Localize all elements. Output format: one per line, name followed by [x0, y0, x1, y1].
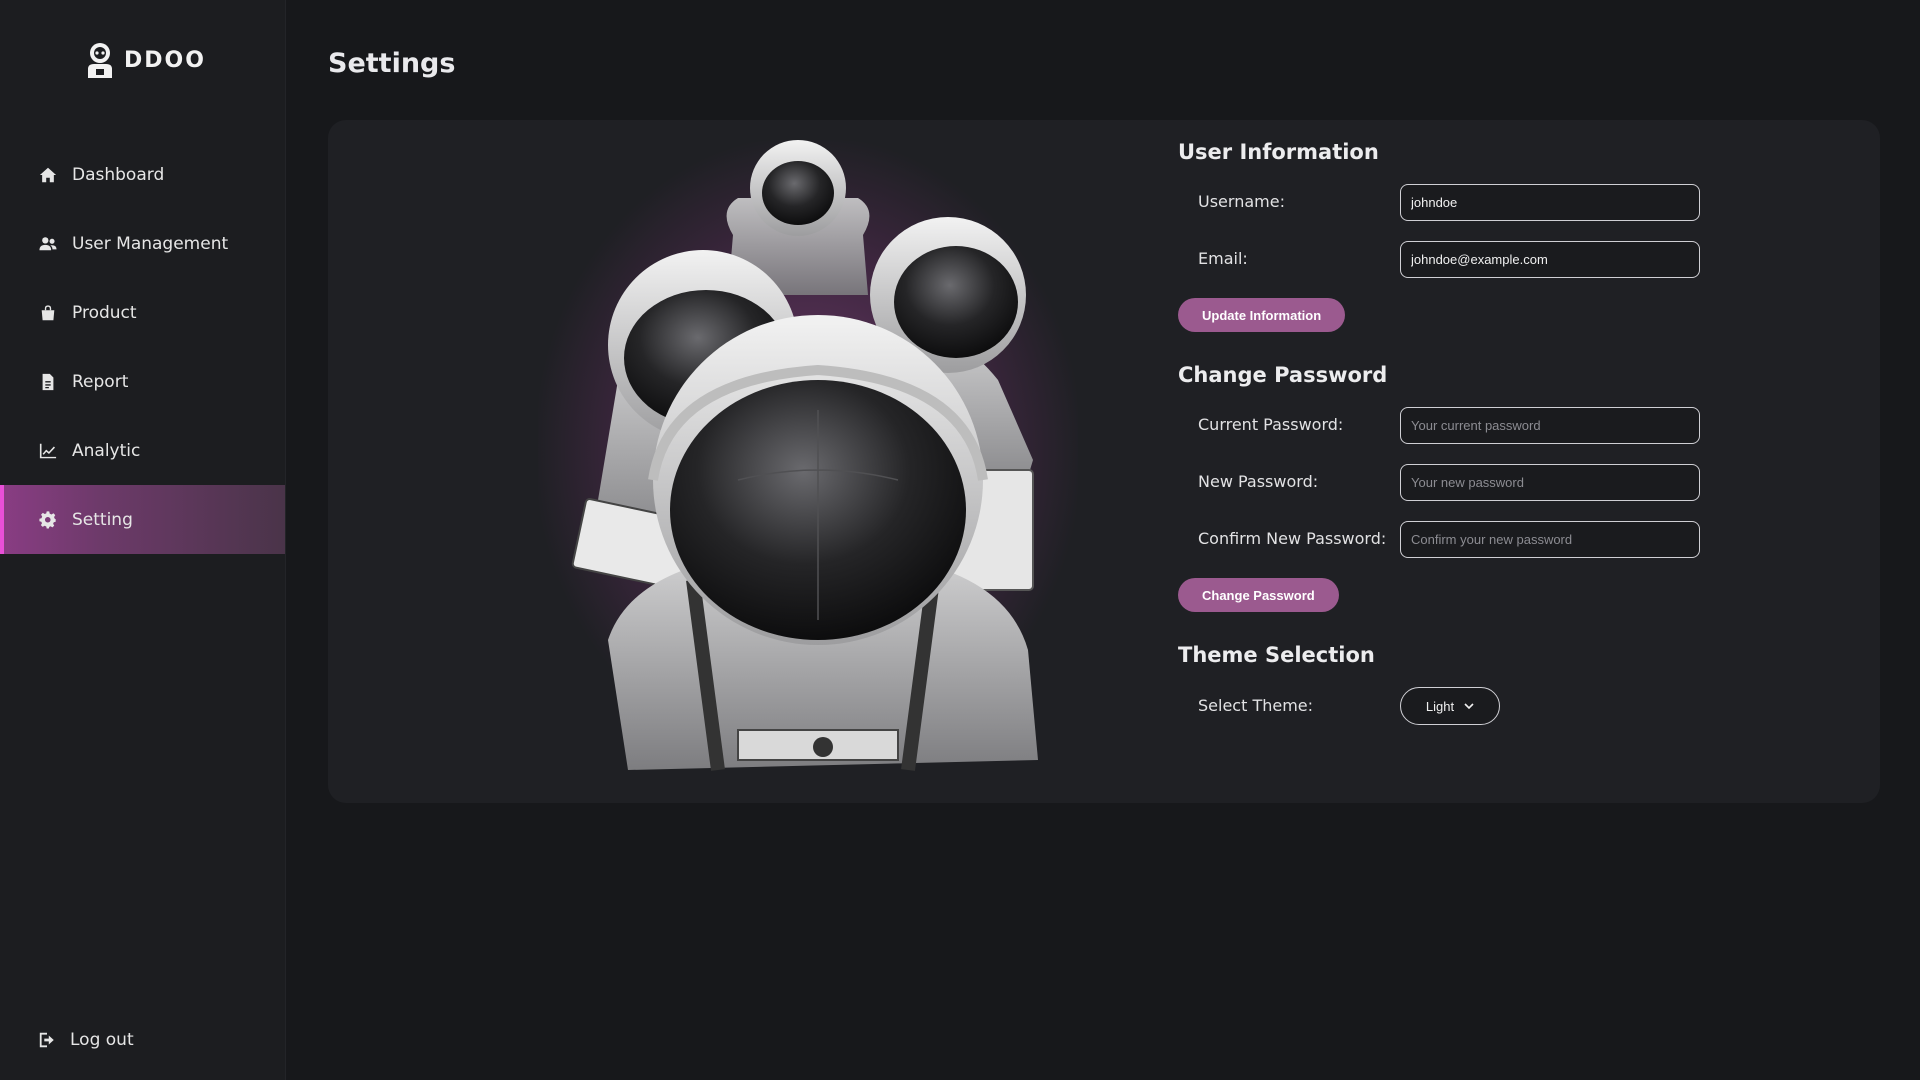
chevron-down-icon — [1464, 703, 1474, 710]
current-password-input[interactable] — [1400, 407, 1700, 444]
username-label: Username: — [1198, 192, 1285, 211]
file-icon — [38, 372, 58, 392]
sidebar-item-report[interactable]: Report — [0, 347, 285, 416]
sidebar-item-label: Analytic — [72, 440, 141, 461]
email-input[interactable] — [1400, 241, 1700, 278]
theme-select[interactable]: Light — [1400, 687, 1500, 725]
brand-logo[interactable]: DDOO — [84, 42, 206, 78]
username-input[interactable] — [1400, 184, 1700, 221]
change-password-button[interactable]: Change Password — [1178, 578, 1339, 612]
theme-selection-title: Theme Selection — [1178, 643, 1375, 667]
settings-card: User Information Username: Email: Update… — [328, 120, 1880, 803]
confirm-password-label: Confirm New Password: — [1198, 529, 1387, 548]
sidebar-item-label: Report — [72, 371, 129, 392]
sidebar-item-analytic[interactable]: Analytic — [0, 416, 285, 485]
line-chart-icon — [38, 441, 58, 461]
brand-name: DDOO — [124, 47, 206, 73]
confirm-password-input[interactable] — [1400, 521, 1700, 558]
theme-select-value: Light — [1425, 698, 1455, 714]
sidebar-item-label: Product — [72, 302, 137, 323]
new-password-input[interactable] — [1400, 464, 1700, 501]
sidebar-item-label: Dashboard — [72, 164, 165, 185]
gear-icon — [38, 510, 58, 530]
user-info-title: User Information — [1178, 140, 1379, 164]
new-password-label: New Password: — [1198, 472, 1319, 491]
sidebar-item-label: Setting — [72, 509, 133, 530]
sidebar-nav: Dashboard User Management Product Report… — [0, 140, 285, 554]
sidebar-item-setting[interactable]: Setting — [0, 485, 285, 554]
logout-label: Log out — [70, 1030, 134, 1050]
current-password-label: Current Password: — [1198, 415, 1344, 434]
sidebar: DDOO Dashboard User Management Product R… — [0, 0, 286, 1080]
select-theme-label: Select Theme: — [1198, 696, 1314, 715]
sidebar-item-label: User Management — [72, 233, 229, 254]
email-label: Email: — [1198, 249, 1248, 268]
page-title: Settings — [328, 48, 456, 79]
users-icon — [38, 234, 58, 254]
logout-icon — [39, 1032, 54, 1048]
logout-button[interactable]: Log out — [38, 1030, 134, 1050]
sidebar-item-dashboard[interactable]: Dashboard — [0, 140, 285, 209]
change-password-title: Change Password — [1178, 363, 1388, 387]
update-information-button[interactable]: Update Information — [1178, 298, 1346, 332]
sidebar-item-user-management[interactable]: User Management — [0, 209, 285, 278]
home-icon — [38, 165, 58, 185]
robot-logo-icon — [88, 43, 112, 78]
astronauts-drawing — [571, 140, 1038, 771]
shopping-bag-icon — [38, 303, 58, 323]
sidebar-item-product[interactable]: Product — [0, 278, 285, 347]
astronauts-illustration — [478, 80, 1138, 800]
